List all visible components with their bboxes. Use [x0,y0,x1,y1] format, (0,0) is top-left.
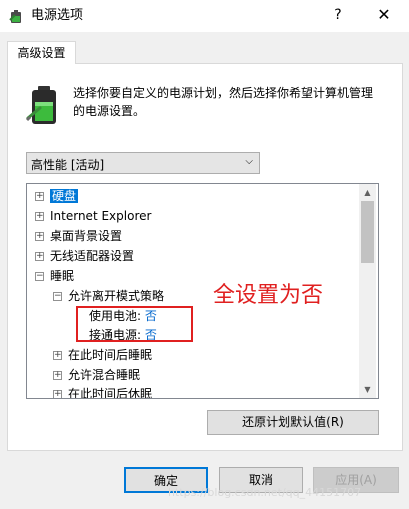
watermark: https://blog.csdn.net/qq_44151707 [168,486,362,499]
annotation-highlight-box [76,306,193,342]
power-options-icon [9,10,21,23]
tree-item-label: 允许混合睡眠 [68,368,141,382]
scroll-down-arrow-icon[interactable]: ▼ [359,381,376,398]
tree-item-away-mode-policy[interactable]: − 允许离开模式策略 [53,287,164,306]
power-plan-select[interactable]: 高性能 [活动] ⌵ [26,152,260,174]
power-plan-select-value: 高性能 [活动] [31,158,105,172]
tree-scrollbar[interactable]: ▲ ▼ [359,184,376,398]
expand-icon[interactable]: + [53,390,62,398]
tree-item-sleep[interactable]: − 睡眠 [35,267,74,286]
scroll-thumb[interactable] [361,201,374,263]
window-title: 电源选项 [31,8,84,23]
tree-item-label: 睡眠 [50,269,75,283]
expand-icon[interactable]: + [53,371,62,380]
tree-item-sleep-after[interactable]: + 在此时间后睡眠 [53,346,152,365]
collapse-icon[interactable]: − [53,292,62,301]
annotation-text: 全设置为否 [213,283,324,308]
tree-item-internet-explorer[interactable]: + Internet Explorer [35,207,151,226]
restore-defaults-button[interactable]: 还原计划默认值(R) [207,410,379,435]
tree-item-wireless-adapter[interactable]: + 无线适配器设置 [35,247,134,266]
collapse-icon[interactable]: − [35,272,44,281]
tree-item-desktop-background[interactable]: + 桌面背景设置 [35,227,122,246]
tree-item-label: 在此时间后睡眠 [68,348,153,362]
expand-icon[interactable]: + [35,232,44,241]
chevron-down-icon: ⌵ [245,156,253,167]
tree-item-label: 在此时间后休眠 [68,387,153,399]
expand-icon[interactable]: + [35,192,44,201]
battery-icon [26,86,56,124]
description-text: 选择你要自定义的电源计划，然后选择你希望计算机管理的电源设置。 [73,86,374,118]
tree-item-hybrid-sleep[interactable]: + 允许混合睡眠 [53,366,140,385]
close-button[interactable]: ✕ [366,2,402,28]
expand-icon[interactable]: + [53,351,62,360]
tree-item-label: Internet Explorer [50,209,152,223]
tree-item-label: 硬盘 [50,189,79,203]
tab-advanced-settings[interactable]: 高级设置 [7,41,76,64]
tree-item-hard-disk[interactable]: + 硬盘 [35,187,79,206]
expand-icon[interactable]: + [35,212,44,221]
scroll-up-arrow-icon[interactable]: ▲ [359,184,376,201]
tree-item-label: 桌面背景设置 [50,229,123,243]
help-button[interactable]: ? [326,2,350,28]
title-bar: 电源选项 ? ✕ [0,0,409,32]
tree-item-label: 允许离开模式策略 [68,289,165,303]
settings-tree[interactable]: + 硬盘 + Internet Explorer + 桌面背景设置 + 无线适配器设置 … [26,183,379,399]
tree-item-label: 无线适配器设置 [50,249,135,263]
expand-icon[interactable]: + [35,252,44,261]
tree-item-hibernate-after[interactable]: + 在此时间后休眠 [53,385,153,399]
